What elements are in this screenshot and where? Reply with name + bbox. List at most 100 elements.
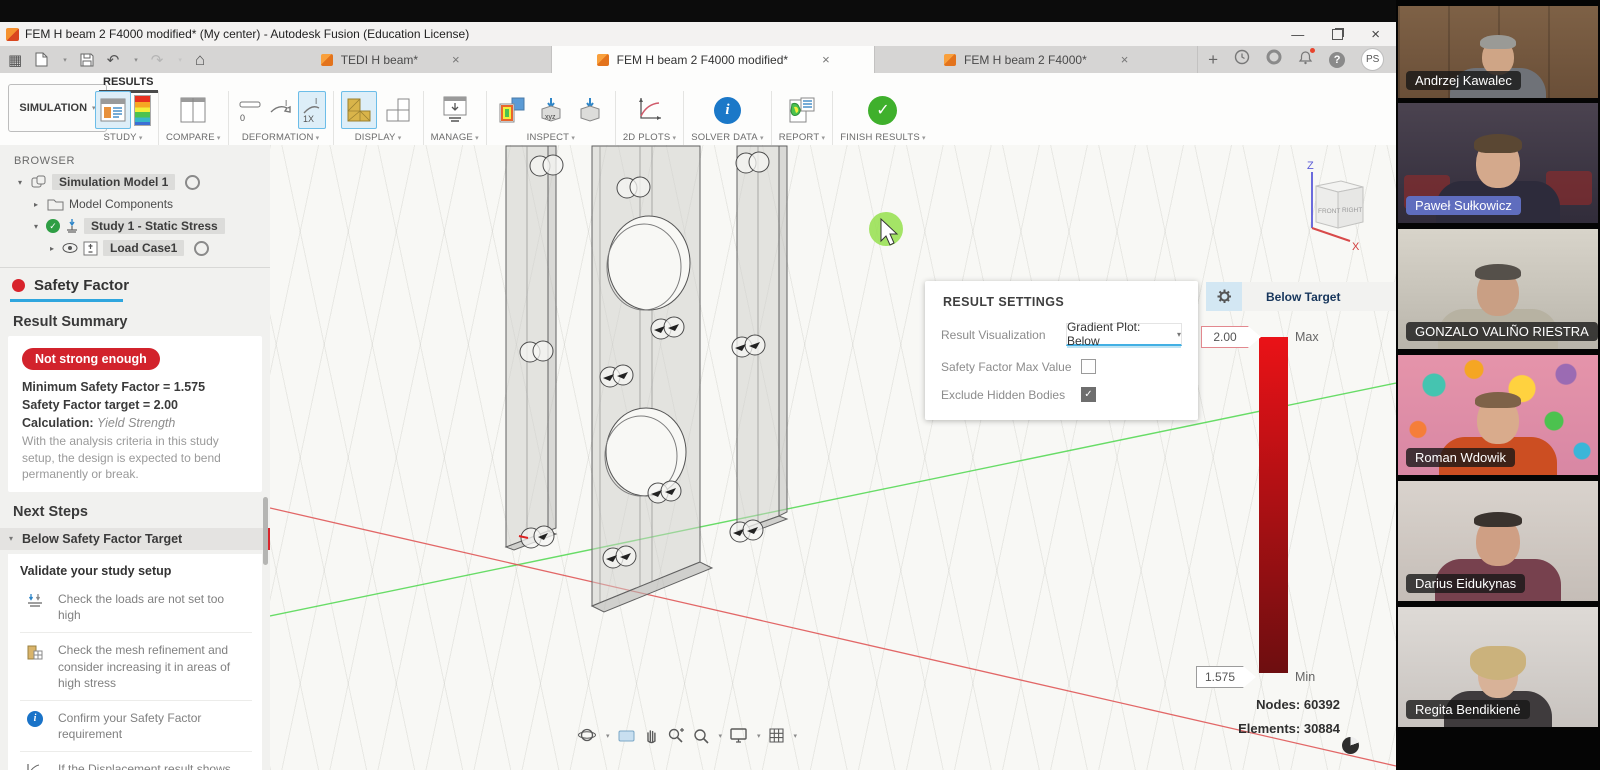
max-value-checkbox[interactable] [1081,359,1096,374]
redo-icon[interactable]: ↷ [151,51,164,69]
history-clock-icon[interactable] [1234,49,1250,70]
undo-caret[interactable]: ▾ [134,56,138,64]
manage-icon[interactable] [437,91,473,129]
suggestion-item[interactable]: Check the loads are not set too high [20,582,252,632]
display-settings-caret[interactable]: ▾ [757,732,761,740]
file-menu-icon[interactable] [35,52,48,67]
visibility-radio[interactable] [194,241,209,256]
undo-icon[interactable]: ↶ [107,51,120,69]
document-tab[interactable]: TEDI H beam* × [229,46,552,73]
document-tab[interactable]: FEM H beam 2 F4000* × [875,46,1198,73]
grid-caret[interactable]: ▾ [794,732,798,740]
pan-icon[interactable] [643,727,660,744]
orbit-icon[interactable] [578,726,597,745]
home-icon[interactable]: ⌂ [195,50,205,70]
grid-icon[interactable] [768,727,785,744]
chevron-down-icon[interactable]: ▾ [30,222,42,231]
restore-button[interactable] [1332,29,1343,40]
legend-min-value[interactable]: 1.575 [1196,666,1244,688]
tab-close-icon[interactable]: × [1121,52,1129,67]
minimize-button[interactable]: — [1291,28,1304,41]
body-display-icon[interactable] [380,91,416,129]
deformation-scale-icon[interactable]: I1X [298,91,326,129]
group-manage: MANAGE [424,91,486,143]
group-2d-plots: 2D PLOTS [616,91,683,143]
fit-icon[interactable] [692,727,710,745]
tree-item-model-components[interactable]: ▸ Model Components [0,193,270,215]
2d-plots-icon[interactable] [632,91,668,129]
participant-tile[interactable]: Regita Bendikienė [1398,607,1598,727]
job-status-icon[interactable] [1266,49,1282,70]
deformation-actual-icon[interactable]: I [267,91,295,129]
deformation-none-icon[interactable]: 0 [236,91,264,129]
job-progress-icon[interactable] [1342,737,1359,754]
legend-study-icon[interactable] [134,95,151,126]
below-target-group-header[interactable]: ▾ Below Safety Factor Target [0,528,270,550]
document-icon [944,54,956,66]
cursor-highlight [869,212,903,246]
legend-settings-button[interactable] [1206,282,1242,311]
mesh-stats: Nodes: 60392 Elements: 30884 [1150,697,1340,736]
legend-max-value[interactable]: 2.00 [1201,326,1249,348]
participant-name: GONZALO VALIÑO RIESTRA [1406,322,1598,341]
x-axis-label: X [1352,241,1360,253]
look-at-icon[interactable] [617,728,636,744]
nodes-count: Nodes: 60392 [1150,697,1340,712]
document-tab-active[interactable]: FEM H beam 2 F4000 modified* × [552,46,875,73]
suggestion-item[interactable]: If the Displacement result shows high di… [20,751,252,770]
mesh-display-icon[interactable] [341,91,377,129]
zoom-icon[interactable] [667,727,685,745]
data-panel-icon[interactable]: ▦ [8,51,22,69]
orbit-caret[interactable]: ▾ [606,732,610,740]
save-icon[interactable] [80,53,94,67]
simulation-study-icon[interactable] [95,91,131,129]
compare-icon[interactable] [175,91,211,129]
document-icon [321,54,333,66]
suggestion-item[interactable]: i Confirm your Safety Factor requirement [20,700,252,751]
result-type-dot [12,279,25,292]
title-bar: FEM H beam 2 F4000 modified* (My center)… [0,22,1396,47]
navigation-bar: ▾ ▾ ▾ ▾ [578,726,797,745]
display-settings-icon[interactable] [729,727,748,744]
tree-item-study1[interactable]: ▾ ✓ Study 1 - Static Stress [0,215,270,237]
chevron-right-icon[interactable]: ▸ [30,200,42,209]
tree-item-simulation-model[interactable]: ▾ Simulation Model 1 [0,171,270,193]
participant-tile[interactable]: Roman Wdowik [1398,355,1598,475]
help-icon[interactable]: ? [1329,52,1345,68]
new-tab-icon[interactable]: + [1208,50,1218,70]
participant-tile[interactable]: Darius Eidukynas [1398,481,1598,601]
solved-check-icon: ✓ [46,219,60,233]
tab-close-icon[interactable]: × [822,52,830,67]
participant-tile[interactable]: GONZALO VALIÑO RIESTRA [1398,229,1598,349]
eye-icon[interactable] [62,242,79,254]
finish-results-icon[interactable]: ✓ [868,96,897,125]
tab-close-icon[interactable]: × [452,52,460,67]
fit-caret[interactable]: ▾ [719,732,723,740]
exclude-hidden-checkbox[interactable]: ✓ [1081,387,1096,402]
file-menu-caret[interactable]: ▾ [63,56,67,64]
info-icon: i [27,711,43,727]
legend-color-bar[interactable] [1259,337,1288,673]
participant-tile[interactable]: Paweł Sułkowicz [1398,103,1598,223]
report-icon[interactable] [784,91,820,129]
result-type-title[interactable]: Safety Factor [12,277,270,294]
participant-tile[interactable]: Andrzej Kawalec [1398,6,1598,98]
status-badge: Not strong enough [22,348,160,370]
suggestion-item[interactable]: Check the mesh refinement and consider i… [20,632,252,700]
chevron-right-icon[interactable]: ▸ [46,244,58,253]
chevron-down-icon[interactable]: ▾ [14,178,26,187]
browser-header: BROWSER [14,155,270,167]
user-avatar[interactable]: PS [1361,48,1384,71]
visibility-radio[interactable] [185,175,200,190]
solver-data-icon[interactable]: i [714,97,741,124]
point-probe-xyz-icon[interactable]: xyz [533,91,569,129]
tree-item-load-case[interactable]: ▸ Load Case1 [0,237,270,259]
dialog-title: RESULT SETTINGS [943,295,1182,309]
visualization-dropdown[interactable]: Gradient Plot: Below [1066,323,1182,346]
panel-scrollbar[interactable] [263,497,268,565]
inspect-results-icon[interactable] [494,91,530,129]
notifications-bell-icon[interactable] [1298,50,1313,70]
surface-probe-icon[interactable] [572,91,608,129]
close-button[interactable]: × [1371,28,1380,41]
top-black-strip [0,0,1396,22]
